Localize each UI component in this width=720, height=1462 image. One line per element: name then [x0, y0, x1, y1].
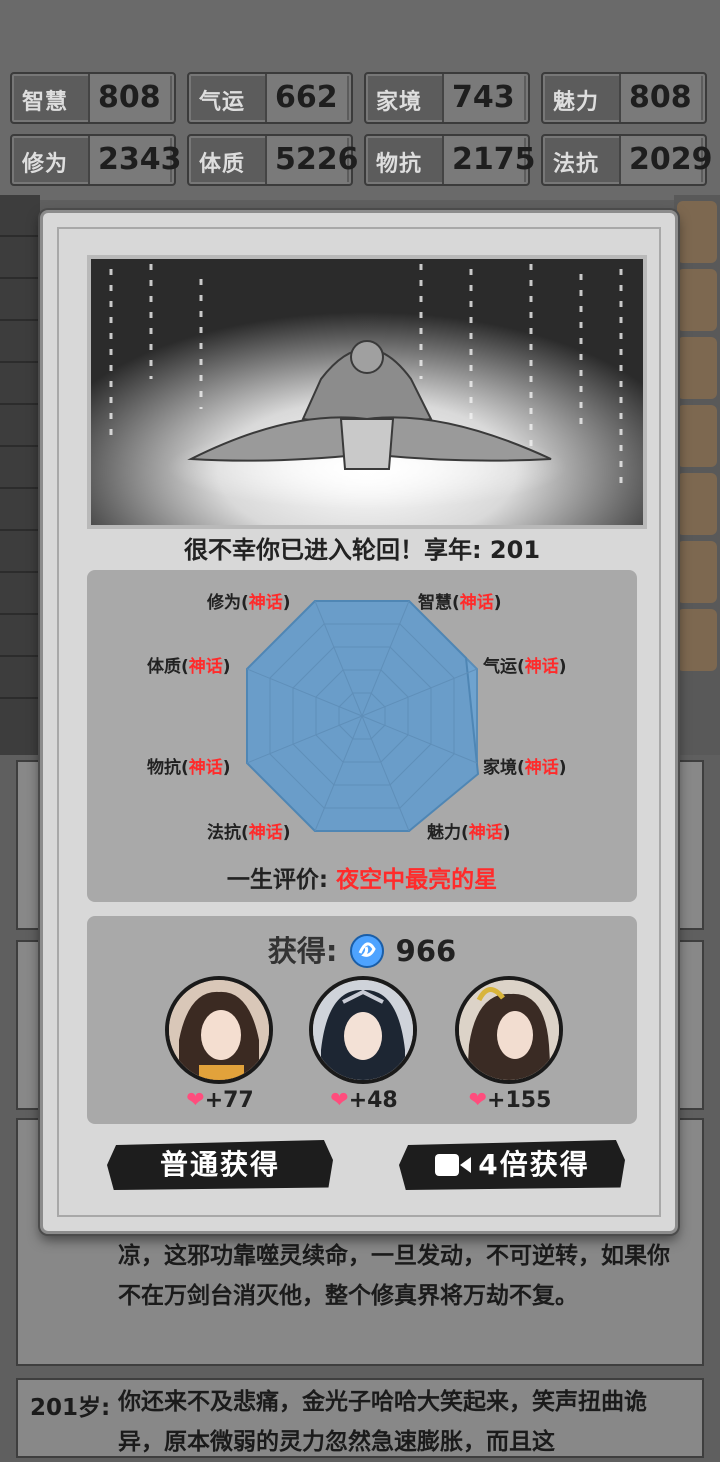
- affinity-gain: ❤+77: [165, 1088, 275, 1113]
- video-claim-button[interactable]: 4倍获得: [399, 1140, 625, 1190]
- stats-panel: 智慧 808 气运 662 家境 743 魅力 808 修为 2343 体质 5…: [0, 0, 720, 200]
- stat-label: 修为: [22, 152, 69, 177]
- attr-phys-res: 物抗(神话): [147, 758, 231, 778]
- reward-amount: 966: [395, 934, 457, 968]
- attr-charm: 魅力(神话): [427, 823, 511, 843]
- heart-icon: ❤: [186, 1088, 205, 1113]
- stat-wisdom: 智慧 808: [10, 72, 176, 124]
- stat-value: 808: [619, 74, 701, 122]
- stat-label: 物抗: [376, 152, 423, 177]
- affinity-value: +155: [487, 1088, 552, 1113]
- death-message: 很不幸你已进入轮回！享年: 201: [183, 536, 541, 564]
- normal-claim-button[interactable]: 普通获得: [107, 1140, 333, 1190]
- stat-charm: 魅力 808: [541, 72, 707, 124]
- stat-value: 2029: [619, 136, 713, 184]
- affinity-gain: ❤+155: [455, 1088, 565, 1113]
- stat-value: 2175: [442, 136, 536, 184]
- attr-constitution: 体质(神话): [147, 657, 231, 677]
- companion-avatar: [165, 976, 275, 1086]
- video-claim-label: 4倍获得: [478, 1148, 590, 1181]
- background-skill-list: [0, 195, 40, 755]
- story-card: 201岁: 你还来不及悲痛，金光子哈哈大笑起来，笑声扭曲诡异，原本微弱的灵力忽然…: [16, 1378, 704, 1458]
- stat-label: 家境: [376, 90, 423, 115]
- reward-label: 获得:: [267, 934, 338, 968]
- evaluation-value: 夜空中最亮的星: [336, 867, 498, 893]
- stat-family: 家境 743: [364, 72, 530, 124]
- story-text: 凉，这邪功靠噬灵续命，一旦发动，不可逆转，如果你不在万剑台消灭他，整个修真界将万…: [118, 1243, 670, 1309]
- stat-value: 5226: [265, 136, 359, 184]
- stat-luck: 气运 662: [187, 72, 353, 124]
- evaluation-label: 一生评价:: [226, 867, 337, 893]
- attribute-radar-chart: [246, 600, 480, 832]
- reincarnation-dialog: 很不幸你已进入轮回！享年: 201 修为(神话) 智慧(神话) 体质(神话) 气…: [40, 210, 678, 1234]
- affinity-gain: ❤+48: [309, 1088, 419, 1113]
- background-item-column: [674, 195, 720, 755]
- stat-value: 808: [88, 74, 170, 122]
- attribute-radar-panel: 修为(神话) 智慧(神话) 体质(神话) 气运(神话) 物抗(神话) 家境(神话…: [87, 570, 637, 902]
- attr-family: 家境(神话): [483, 758, 567, 778]
- reward-panel: 获得: 966 ❤+77 ❤+48 ❤+155: [87, 916, 637, 1124]
- stat-label: 体质: [199, 152, 246, 177]
- stat-phys-res: 物抗 2175: [364, 134, 536, 186]
- stat-magic-res: 法抗 2029: [541, 134, 713, 186]
- heart-icon: ❤: [468, 1088, 488, 1113]
- stat-constitution: 体质 5226: [187, 134, 359, 186]
- meditation-scene-image: [87, 255, 647, 529]
- attr-luck: 气运(神话): [483, 657, 567, 677]
- reward-summary: 获得: 966: [87, 928, 637, 970]
- stat-cultivation: 修为 2343: [10, 134, 182, 186]
- stat-label: 智慧: [22, 90, 69, 115]
- attr-wisdom: 智慧(神话): [418, 593, 502, 613]
- stat-value: 743: [442, 74, 524, 122]
- stat-label: 魅力: [553, 90, 600, 115]
- story-age: 201岁:: [30, 1395, 111, 1421]
- heart-icon: ❤: [330, 1088, 349, 1113]
- attr-magic-res: 法抗(神话): [207, 823, 291, 843]
- stat-label: 气运: [199, 90, 246, 115]
- normal-claim-label: 普通获得: [159, 1148, 280, 1181]
- stat-value: 2343: [88, 136, 182, 184]
- life-evaluation: 一生评价: 夜空中最亮的星: [87, 860, 637, 894]
- affinity-value: +77: [204, 1088, 254, 1113]
- attr-cultivation: 修为(神话): [207, 593, 291, 613]
- companion-avatar: [455, 976, 565, 1086]
- companion-avatar: [309, 976, 419, 1086]
- video-icon: [434, 1144, 472, 1190]
- stat-label: 法抗: [553, 152, 600, 177]
- stat-value: 662: [265, 74, 347, 122]
- affinity-value: +48: [348, 1088, 398, 1113]
- story-text: 你还来不及悲痛，金光子哈哈大笑起来，笑声扭曲诡异，原本微弱的灵力忽然急速膨胀，而…: [118, 1389, 647, 1455]
- spirit-orb-icon: [349, 934, 384, 968]
